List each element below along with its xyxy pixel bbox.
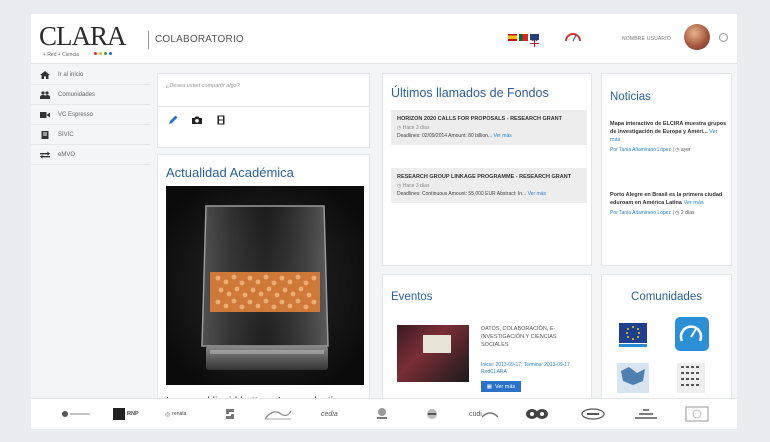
- noticias-card: Noticias Mapa interactivo de ELCIRA mues…: [601, 73, 732, 266]
- clock-icon: ◷: [397, 183, 402, 189]
- header-divider: [148, 31, 149, 49]
- sidebar-item-label: Comunidades: [58, 91, 96, 98]
- pt-flag-icon[interactable]: [519, 34, 528, 41]
- camera-icon[interactable]: [192, 115, 202, 125]
- news-title: Porto Alegre en Brasil es la primera ciu…: [610, 192, 723, 206]
- llamados-fondos-card: Últimos llamados de Fondos HORIZON 2020 …: [382, 73, 592, 266]
- ver-mas-button[interactable]: ▦ Ver más: [481, 381, 521, 392]
- community-tile-tech[interactable]: [673, 361, 709, 395]
- uk-flag-icon[interactable]: [529, 34, 540, 48]
- sidebar-item-label: eMVO: [58, 151, 76, 158]
- sidebar-item-sivic[interactable]: SIVIC: [31, 125, 150, 145]
- partner-logo-1[interactable]: [61, 407, 91, 421]
- username-label[interactable]: NOMBRE USUARIO: [622, 36, 671, 42]
- redclara-logo[interactable]: CLARA + Red + Ciencia: [39, 22, 131, 58]
- partner-logo-7[interactable]: [375, 407, 389, 421]
- partner-logo-cedia[interactable]: cedia: [321, 407, 338, 421]
- community-tile-map[interactable]: [615, 361, 651, 395]
- app-title: COLABORATORIO: [155, 34, 244, 45]
- partner-logo-renata[interactable]: ◎ renata: [165, 407, 186, 421]
- logo-subtitle: + Red + Ciencia: [43, 52, 79, 58]
- fund-item[interactable]: RESEARCH GROUP LINKAGE PROGRAMME - RESEA…: [391, 168, 587, 203]
- event-description[interactable]: DATOS, COLABORACIÓN, E-INVESTIGACIÓN Y C…: [481, 325, 585, 349]
- button-label: Ver más: [495, 383, 516, 390]
- partner-logo-11[interactable]: [581, 407, 605, 421]
- projector-screen: [423, 335, 451, 353]
- partner-logo-13[interactable]: [685, 406, 709, 422]
- event-image[interactable]: [397, 325, 469, 382]
- user-avatar[interactable]: [684, 24, 710, 50]
- partner-logo-4[interactable]: [223, 407, 237, 421]
- partners-footer: RNP ◎ renata cedia cudi: [31, 398, 737, 429]
- home-icon: [39, 70, 50, 79]
- news-author[interactable]: Por Tania Altamirano López: [610, 147, 671, 153]
- sidebar-item-emvo[interactable]: eMVO: [31, 145, 150, 165]
- battery-image[interactable]: [166, 186, 364, 385]
- fund-meta: Deadlines: Continuous Amount: 55,000 EUR…: [397, 191, 546, 197]
- film-icon[interactable]: [216, 115, 226, 125]
- news-author[interactable]: Por Tania Altamirano López: [610, 210, 671, 216]
- sidebar-item-label: SIVIC: [58, 131, 74, 138]
- partner-logo-cudi[interactable]: cudi: [469, 407, 498, 421]
- fund-time: ◷ Hace 3 días: [397, 183, 430, 189]
- eventos-card: Eventos DATOS, COLABORACIÓN, E-INVESTIGA…: [382, 274, 592, 414]
- llamados-title: Últimos llamados de Fondos: [391, 86, 549, 100]
- fund-time: ◷ Hace 3 días: [397, 125, 430, 131]
- ver-mas-link[interactable]: Ver más: [493, 133, 511, 139]
- comunidades-title: Comunidades: [631, 291, 702, 303]
- fund-title: HORIZON 2020 CALLS FOR PROPOSALS - RESEA…: [397, 116, 563, 122]
- people-icon: [39, 90, 50, 99]
- post-input[interactable]: ¿Desea usted compartir algo?: [158, 74, 369, 107]
- fund-meta: Deadlines: 02/09/2014 Amount: 80 billion…: [397, 133, 512, 139]
- top-header: CLARA + Red + Ciencia COLABORATORIO NOMB…: [31, 14, 737, 64]
- clock-icon: ◷: [675, 210, 680, 216]
- video-camera-icon: [39, 111, 50, 119]
- news-item[interactable]: Mapa interactivo de ELCIRA muestra grupo…: [610, 120, 728, 154]
- eventos-title: Eventos: [391, 291, 433, 303]
- partner-logo-rnp[interactable]: RNP: [113, 407, 139, 421]
- ver-mas-link[interactable]: Ver más: [683, 200, 703, 206]
- post-actions: [158, 107, 369, 133]
- pencil-icon[interactable]: [168, 115, 178, 125]
- sidebar-item-label: Ir al inicio: [58, 71, 84, 78]
- partner-logo-8[interactable]: [425, 407, 439, 421]
- calendar-icon: ▦: [486, 383, 492, 390]
- sidebar: Ir al inicio Comunidades VC Espresso SIV…: [31, 65, 150, 165]
- noticias-title: Noticias: [610, 91, 651, 103]
- fund-item[interactable]: HORIZON 2020 CALLS FOR PROPOSALS - RESEA…: [391, 110, 587, 145]
- settings-icon[interactable]: [719, 33, 728, 42]
- partner-logo-12[interactable]: [633, 407, 659, 421]
- ver-mas-link[interactable]: Ver más: [528, 191, 546, 197]
- app-frame: CLARA + Red + Ciencia COLABORATORIO NOMB…: [31, 14, 737, 429]
- actualidad-academica-card: Actualidad Académica: [157, 154, 370, 414]
- rnp-icon: [113, 408, 125, 420]
- fund-title: RESEARCH GROUP LINKAGE PROGRAMME - RESEA…: [397, 174, 572, 180]
- sidebar-item-inicio[interactable]: Ir al inicio: [31, 65, 150, 85]
- sidebar-item-comunidades[interactable]: Comunidades: [31, 85, 150, 105]
- logo-text: CLARA: [39, 21, 127, 51]
- es-flag-icon[interactable]: [508, 34, 517, 41]
- comunidades-card: Comunidades: [601, 274, 732, 414]
- sidebar-item-vc-espresso[interactable]: VC Espresso: [31, 105, 150, 125]
- renata-icon: ◎: [165, 411, 171, 418]
- sidebar-item-label: VC Espresso: [58, 111, 94, 118]
- transfer-icon: [39, 151, 50, 159]
- post-composer: ¿Desea usted compartir algo?: [157, 73, 370, 148]
- community-tile-eu[interactable]: [615, 317, 651, 351]
- news-item[interactable]: Porto Alegre en Brasil es la primera ciu…: [610, 191, 728, 217]
- partner-logo-10[interactable]: [525, 407, 549, 421]
- logo-dots: [94, 52, 112, 55]
- language-selector: [508, 34, 540, 48]
- clock-icon: ◷: [675, 147, 680, 153]
- speedometer-icon[interactable]: [564, 30, 582, 42]
- clock-icon: ◷: [397, 125, 402, 131]
- partner-logo-5[interactable]: [263, 407, 293, 421]
- community-tile-speed[interactable]: [673, 317, 709, 351]
- event-dates: Inicia: 2013-09-17; Termina: 2013-09-17 …: [481, 362, 570, 375]
- document-icon: [39, 130, 50, 139]
- actualidad-title: Actualidad Académica: [166, 165, 294, 180]
